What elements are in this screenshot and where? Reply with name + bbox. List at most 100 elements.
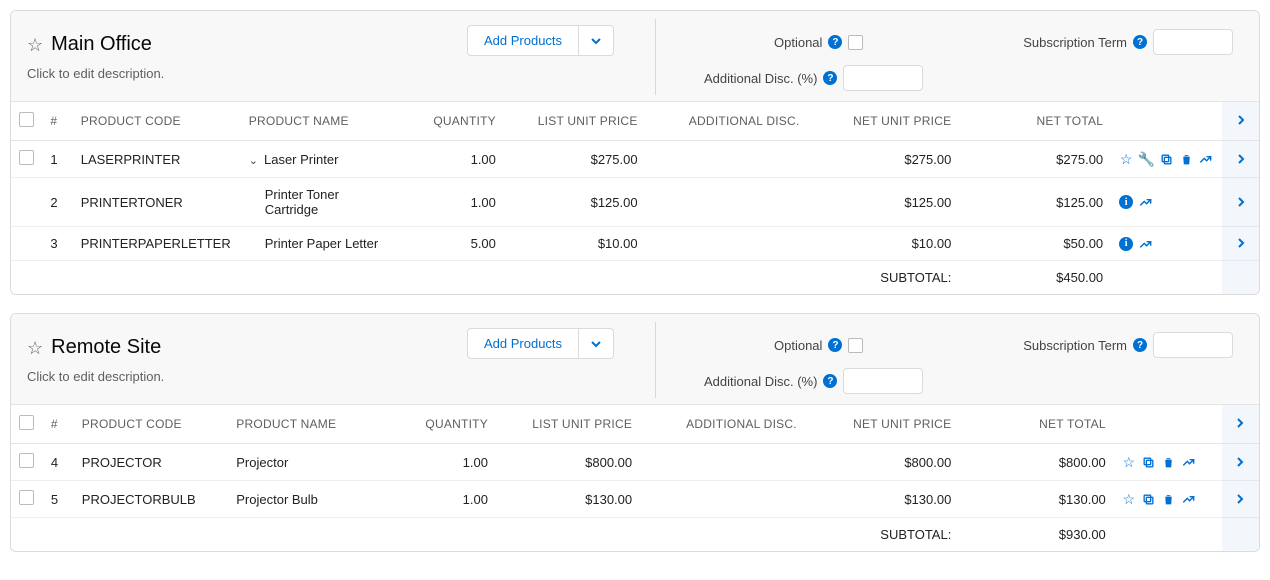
additional-disc[interactable]	[640, 444, 805, 481]
expand-header[interactable]	[1222, 102, 1259, 141]
quantity[interactable]: 1.00	[393, 481, 496, 518]
help-icon[interactable]: ?	[823, 374, 837, 388]
row-expand[interactable]	[1222, 178, 1259, 227]
wrench-icon[interactable]: 🔧	[1139, 151, 1153, 168]
row-expand[interactable]	[1222, 444, 1259, 481]
add-products-button[interactable]: Add Products	[467, 328, 579, 359]
quantity[interactable]: 1.00	[403, 141, 504, 178]
subtotal-row: SUBTOTAL: $450.00	[11, 261, 1259, 295]
subscription-term-label: Subscription Term	[1023, 338, 1127, 353]
line-items-table: # PRODUCT CODE PRODUCT NAME QUANTITY LIS…	[11, 405, 1259, 551]
net-unit-price: $130.00	[805, 481, 959, 518]
optional-label: Optional	[774, 338, 822, 353]
help-icon[interactable]: ?	[1133, 35, 1147, 49]
quantity[interactable]: 5.00	[403, 227, 504, 261]
row-actions: i	[1119, 195, 1214, 209]
optional-label: Optional	[774, 35, 822, 50]
subscription-term-input[interactable]	[1153, 332, 1233, 358]
favorite-star-icon[interactable]: ☆	[27, 339, 43, 357]
trend-icon[interactable]	[1199, 152, 1213, 166]
additional-disc-label: Additional Disc. (%)	[704, 71, 817, 86]
subscription-term-label: Subscription Term	[1023, 35, 1127, 50]
quote-group: ☆ Main Office Click to edit description.…	[10, 10, 1260, 295]
col-header-name: PRODUCT NAME	[241, 102, 403, 141]
net-total: $130.00	[959, 481, 1113, 518]
subtotal-label: SUBTOTAL:	[805, 518, 959, 552]
col-header-qty: QUANTITY	[403, 102, 504, 141]
col-header-netunit: NET UNIT PRICE	[808, 102, 960, 141]
optional-checkbox[interactable]	[848, 35, 863, 50]
info-icon[interactable]: i	[1119, 195, 1133, 209]
star-icon[interactable]: ☆	[1122, 491, 1136, 508]
table-row: 4 PROJECTOR Projector 1.00 $800.00 $800.…	[11, 444, 1259, 481]
row-num: 4	[43, 444, 74, 481]
favorite-star-icon[interactable]: ☆	[27, 36, 43, 54]
product-name: Printer Toner Cartridge	[249, 187, 389, 217]
help-icon[interactable]: ?	[828, 35, 842, 49]
group-title[interactable]: Main Office	[51, 33, 152, 56]
subtotal-label: SUBTOTAL:	[808, 261, 960, 295]
trend-icon[interactable]	[1139, 195, 1153, 209]
add-products-dropdown[interactable]	[579, 328, 614, 359]
star-icon[interactable]: ☆	[1122, 454, 1136, 471]
additional-disc[interactable]	[646, 227, 808, 261]
quantity[interactable]: 1.00	[393, 444, 496, 481]
copy-icon[interactable]	[1142, 456, 1156, 469]
row-actions: ☆🔧	[1119, 151, 1214, 168]
copy-icon[interactable]	[1159, 153, 1173, 166]
trash-icon[interactable]	[1179, 153, 1193, 166]
trend-icon[interactable]	[1182, 455, 1196, 469]
product-code: PRINTERTONER	[73, 178, 241, 227]
row-num: 3	[42, 227, 72, 261]
row-expand[interactable]	[1222, 481, 1259, 518]
star-icon[interactable]: ☆	[1119, 151, 1133, 168]
table-row: 2 PRINTERTONER Printer Toner Cartridge 1…	[11, 178, 1259, 227]
col-header-qty: QUANTITY	[393, 405, 496, 444]
expand-header[interactable]	[1222, 405, 1259, 444]
quote-group: ☆ Remote Site Click to edit description.…	[10, 313, 1260, 552]
group-title[interactable]: Remote Site	[51, 336, 161, 359]
additional-disc[interactable]	[646, 141, 808, 178]
subscription-term-input[interactable]	[1153, 29, 1233, 55]
list-unit-price: $800.00	[496, 444, 640, 481]
row-actions: i	[1119, 237, 1214, 251]
net-unit-price: $275.00	[808, 141, 960, 178]
add-products-dropdown[interactable]	[579, 25, 614, 56]
quantity[interactable]: 1.00	[403, 178, 504, 227]
net-unit-price: $10.00	[808, 227, 960, 261]
help-icon[interactable]: ?	[828, 338, 842, 352]
row-checkbox[interactable]	[19, 150, 34, 165]
info-icon[interactable]: i	[1119, 237, 1133, 251]
trend-icon[interactable]	[1139, 237, 1153, 251]
help-icon[interactable]: ?	[1133, 338, 1147, 352]
list-unit-price: $130.00	[496, 481, 640, 518]
row-num: 1	[42, 141, 72, 178]
trend-icon[interactable]	[1182, 492, 1196, 506]
trash-icon[interactable]	[1162, 493, 1176, 506]
row-checkbox[interactable]	[19, 490, 34, 505]
col-header-name: PRODUCT NAME	[228, 405, 393, 444]
row-checkbox[interactable]	[19, 453, 34, 468]
additional-disc[interactable]	[646, 178, 808, 227]
additional-disc-input[interactable]	[843, 65, 923, 91]
copy-icon[interactable]	[1142, 493, 1156, 506]
add-products-button[interactable]: Add Products	[467, 25, 579, 56]
list-unit-price: $10.00	[504, 227, 646, 261]
help-icon[interactable]: ?	[823, 71, 837, 85]
collapse-icon[interactable]: ⌄	[249, 155, 258, 167]
optional-checkbox[interactable]	[848, 338, 863, 353]
product-code: PROJECTORBULB	[74, 481, 228, 518]
group-description[interactable]: Click to edit description.	[27, 66, 467, 81]
additional-disc[interactable]	[640, 481, 805, 518]
group-description[interactable]: Click to edit description.	[27, 369, 467, 384]
select-all-checkbox[interactable]	[19, 415, 34, 430]
row-expand[interactable]	[1222, 227, 1259, 261]
col-header-code: PRODUCT CODE	[74, 405, 228, 444]
list-unit-price: $125.00	[504, 178, 646, 227]
product-code: LASERPRINTER	[73, 141, 241, 178]
additional-disc-input[interactable]	[843, 368, 923, 394]
trash-icon[interactable]	[1162, 456, 1176, 469]
row-expand[interactable]	[1222, 141, 1259, 178]
select-all-checkbox[interactable]	[19, 112, 34, 127]
net-total: $275.00	[959, 141, 1111, 178]
